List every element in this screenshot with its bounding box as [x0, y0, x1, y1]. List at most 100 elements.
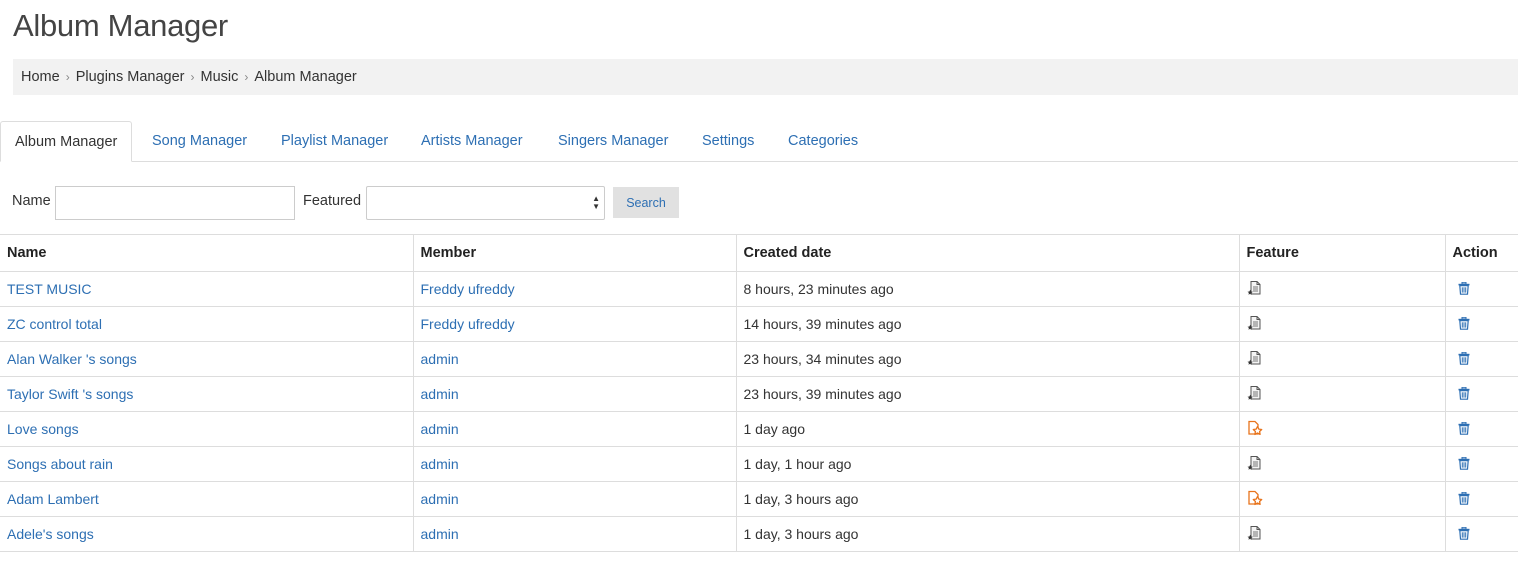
table-row: Alan Walker 's songs admin 23 hours, 34 mi…: [0, 341, 1518, 377]
member-link[interactable]: admin: [421, 456, 459, 472]
table-row: ZC control total Freddy ufreddy 14 hours, …: [0, 306, 1518, 342]
action-cell: [1444, 411, 1518, 447]
tab-playlist-manager[interactable]: Playlist Manager: [281, 121, 388, 162]
breadcrumb-plugins-manager[interactable]: Plugins Manager: [76, 69, 185, 85]
chevron-right-icon: ›: [244, 70, 249, 84]
trash-icon[interactable]: [1458, 421, 1470, 438]
featured-filter-select[interactable]: ▲ ▼: [366, 186, 605, 220]
action-cell: [1444, 481, 1518, 517]
album-name-link[interactable]: Taylor Swift 's songs: [7, 386, 133, 402]
name-cell: Taylor Swift 's songs: [0, 376, 414, 412]
feature-cell: [1238, 446, 1446, 482]
column-header-feature: Feature: [1238, 234, 1446, 272]
table-row: TEST MUSIC Freddy ufreddy 8 hours, 23 minu…: [0, 271, 1518, 307]
feature-cell: [1238, 481, 1446, 517]
tab-categories[interactable]: Categories: [788, 121, 858, 162]
trash-icon[interactable]: [1458, 491, 1470, 508]
tab-settings[interactable]: Settings: [702, 121, 754, 162]
unfeatured-icon[interactable]: [1247, 280, 1263, 299]
name-cell: ZC control total: [0, 306, 414, 342]
column-header-name: Name: [0, 234, 414, 272]
created-date-cell: 1 day, 1 hour ago: [735, 446, 1240, 482]
action-cell: [1444, 306, 1518, 342]
created-date-cell: 1 day ago: [735, 411, 1240, 447]
breadcrumb-album-manager: Album Manager: [254, 69, 357, 85]
trash-icon[interactable]: [1458, 316, 1470, 333]
select-arrows-icon: ▲ ▼: [592, 194, 600, 211]
name-filter-input[interactable]: [55, 186, 295, 220]
member-cell: Freddy ufreddy: [412, 306, 737, 342]
created-date-cell: 23 hours, 34 minutes ago: [735, 341, 1240, 377]
member-link[interactable]: admin: [421, 351, 459, 367]
breadcrumb-home[interactable]: Home: [21, 69, 60, 85]
table-row: Adele's songs admin 1 day, 3 hours ago: [0, 516, 1518, 552]
trash-icon[interactable]: [1458, 456, 1470, 473]
table-header-row: Name Member Created date Feature Action: [0, 234, 1518, 272]
action-cell: [1444, 446, 1518, 482]
album-name-link[interactable]: Love songs: [7, 421, 79, 437]
tab-bar: Album Manager Song Manager Playlist Mana…: [0, 121, 1518, 162]
feature-cell: [1238, 411, 1446, 447]
feature-cell: [1238, 306, 1446, 342]
column-header-action: Action: [1444, 234, 1518, 272]
chevron-right-icon: ›: [190, 70, 195, 84]
member-link[interactable]: admin: [421, 491, 459, 507]
breadcrumb-music[interactable]: Music: [201, 69, 239, 85]
trash-icon[interactable]: [1458, 386, 1470, 403]
unfeatured-icon[interactable]: [1247, 315, 1263, 334]
table-row: Adam Lambert admin 1 day, 3 hours ago: [0, 481, 1518, 517]
album-name-link[interactable]: Alan Walker 's songs: [7, 351, 137, 367]
trash-icon[interactable]: [1458, 281, 1470, 298]
name-cell: Songs about rain: [0, 446, 414, 482]
column-header-member: Member: [412, 234, 737, 272]
tab-album-manager[interactable]: Album Manager: [0, 121, 133, 162]
created-date-cell: 14 hours, 39 minutes ago: [735, 306, 1240, 342]
created-date-cell: 8 hours, 23 minutes ago: [735, 271, 1240, 307]
trash-icon[interactable]: [1458, 351, 1470, 368]
feature-cell: [1238, 341, 1446, 377]
member-cell: admin: [412, 516, 737, 552]
action-cell: [1444, 341, 1518, 377]
page-title: Album Manager: [13, 8, 228, 43]
name-cell: Love songs: [0, 411, 414, 447]
created-date-cell: 23 hours, 39 minutes ago: [735, 376, 1240, 412]
breadcrumb: Home › Plugins Manager › Music › Album M…: [13, 59, 1518, 95]
featured-star-icon[interactable]: [1247, 420, 1263, 439]
tab-song-manager[interactable]: Song Manager: [152, 121, 247, 162]
tab-artists-manager[interactable]: Artists Manager: [421, 121, 523, 162]
created-date-cell: 1 day, 3 hours ago: [735, 481, 1240, 517]
feature-cell: [1238, 271, 1446, 307]
tab-singers-manager[interactable]: Singers Manager: [558, 121, 668, 162]
member-link[interactable]: Freddy ufreddy: [421, 316, 515, 332]
member-link[interactable]: Freddy ufreddy: [421, 281, 515, 297]
unfeatured-icon[interactable]: [1247, 350, 1263, 369]
column-header-created-date: Created date: [735, 234, 1240, 272]
album-name-link[interactable]: TEST MUSIC: [7, 281, 92, 297]
search-button[interactable]: Search: [613, 187, 679, 218]
action-cell: [1444, 516, 1518, 552]
member-cell: Freddy ufreddy: [412, 271, 737, 307]
album-name-link[interactable]: ZC control total: [7, 316, 102, 332]
created-date-cell: 1 day, 3 hours ago: [735, 516, 1240, 552]
feature-cell: [1238, 376, 1446, 412]
table-row: Taylor Swift 's songs admin 23 hours, 39 m…: [0, 376, 1518, 412]
name-cell: Adam Lambert: [0, 481, 414, 517]
table-row: Love songs admin 1 day ago: [0, 411, 1518, 447]
trash-icon[interactable]: [1458, 526, 1470, 543]
name-cell: Adele's songs: [0, 516, 414, 552]
member-cell: admin: [412, 446, 737, 482]
album-name-link[interactable]: Adam Lambert: [7, 491, 99, 507]
member-link[interactable]: admin: [421, 421, 459, 437]
name-cell: Alan Walker 's songs: [0, 341, 414, 377]
member-link[interactable]: admin: [421, 386, 459, 402]
member-cell: admin: [412, 411, 737, 447]
album-name-link[interactable]: Songs about rain: [7, 456, 113, 472]
featured-filter-label: Featured: [303, 193, 362, 209]
album-name-link[interactable]: Adele's songs: [7, 526, 94, 542]
unfeatured-icon[interactable]: [1247, 385, 1263, 404]
featured-star-icon[interactable]: [1247, 490, 1263, 509]
unfeatured-icon[interactable]: [1247, 455, 1263, 474]
member-link[interactable]: admin: [421, 526, 459, 542]
unfeatured-icon[interactable]: [1247, 525, 1263, 544]
action-cell: [1444, 271, 1518, 307]
